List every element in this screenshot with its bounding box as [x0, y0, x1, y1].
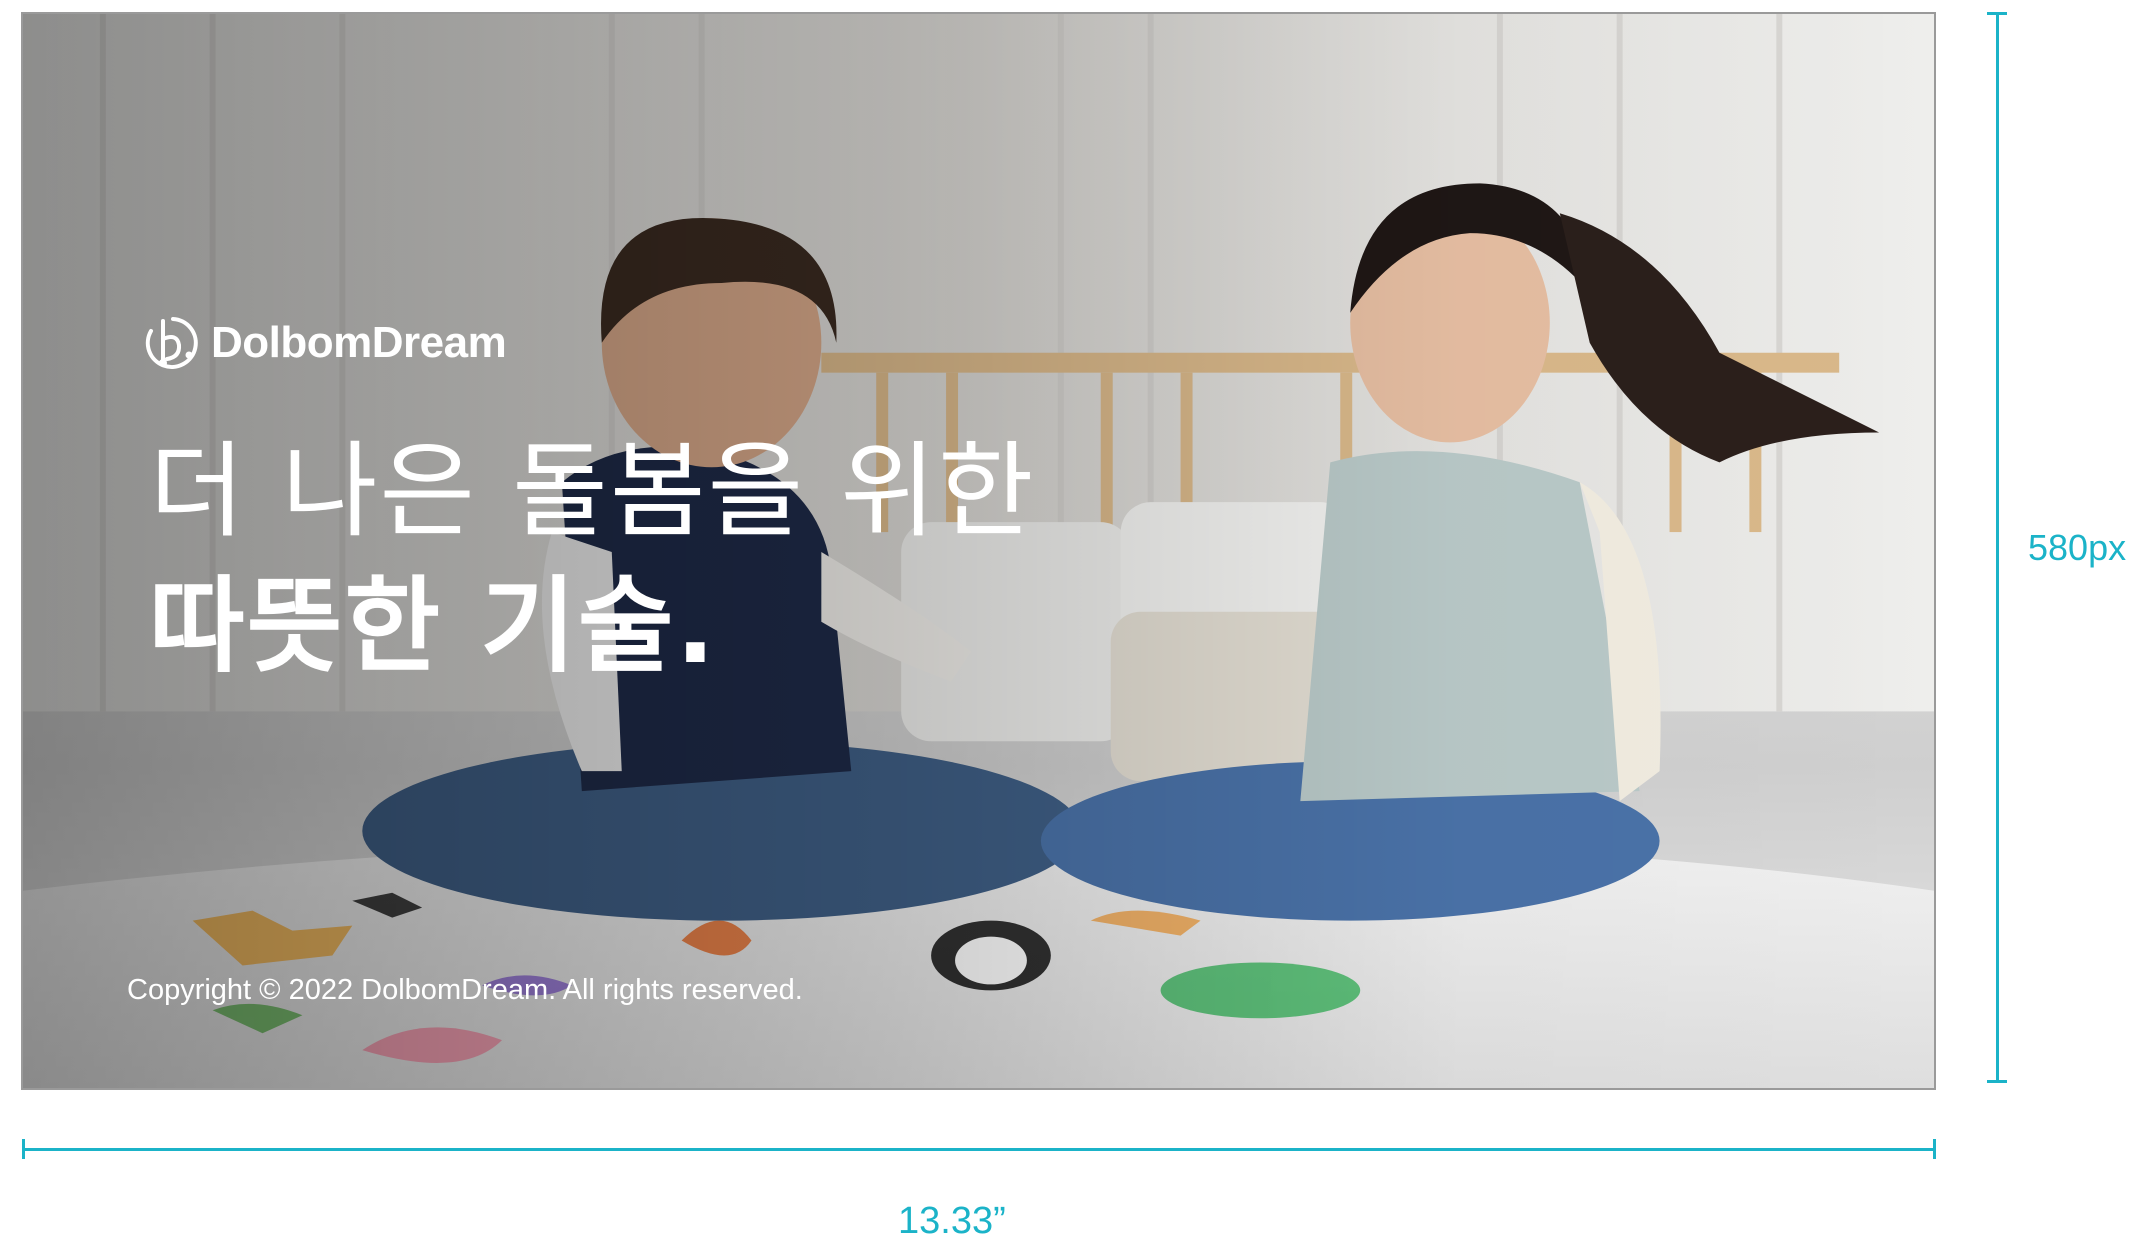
height-dimension-label: 580px — [2028, 527, 2127, 568]
brand-name: DolbomDream — [211, 318, 507, 367]
dolbomdream-logo-icon — [145, 317, 198, 369]
copyright-text: Copyright © 2022 DolbomDream. All rights… — [127, 974, 803, 1006]
height-dimension-cap-top — [1987, 12, 2007, 15]
headline-line-1: 더 나은 돌봄을 위한 — [149, 430, 1036, 552]
width-dimension-cap-left — [22, 1139, 25, 1159]
width-dimension-line — [22, 1148, 1936, 1151]
width-dimension-cap-right — [1933, 1139, 1936, 1159]
height-dimension-cap-bottom — [1987, 1080, 2007, 1083]
headline-line-2: 따뜻한 기술. — [149, 565, 718, 687]
height-dimension-line — [1996, 14, 1999, 1082]
headline: 더 나은 돌봄을 위한 따뜻한 기술. — [149, 426, 1036, 696]
brand-logo: DolbomDream — [137, 308, 507, 378]
cover-slide: DolbomDream 더 나은 돌봄을 위한 따뜻한 기술. Copyrigh… — [21, 12, 1936, 1090]
width-dimension-label: 13.33” — [898, 1200, 1006, 1242]
